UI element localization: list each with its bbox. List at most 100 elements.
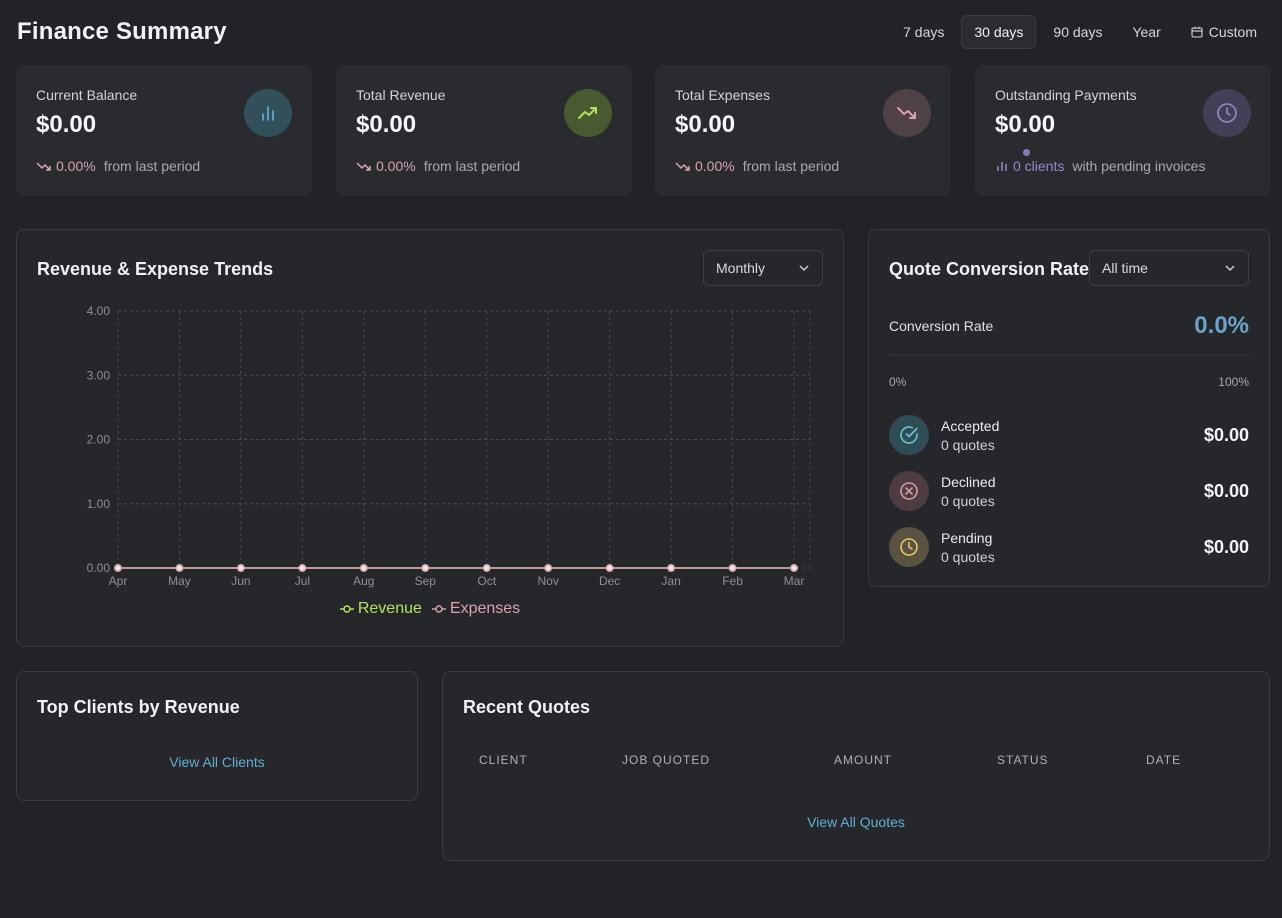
y-tick-label: 0.00 — [87, 561, 111, 575]
range-tab-custom[interactable]: Custom — [1178, 15, 1270, 49]
bar-chart-icon — [244, 89, 292, 137]
stat-label: Total Revenue — [356, 87, 446, 103]
quote-status-name: Declined — [941, 473, 996, 490]
x-tick-label: Mar — [784, 574, 805, 588]
data-point-expenses — [667, 564, 675, 572]
conversion-rate-value: 0.0% — [1194, 312, 1249, 339]
range-tab-7-days[interactable]: 7 days — [890, 15, 957, 49]
y-tick-label: 1.00 — [87, 497, 111, 511]
legend-expenses-marker — [431, 605, 446, 613]
period-select[interactable]: Monthly — [703, 250, 823, 286]
data-point-expenses — [298, 564, 307, 572]
recent-quotes-panel: Recent Quotes CLIENT JOB QUOTED AMOUNT S… — [442, 671, 1270, 861]
view-all-quotes-link[interactable]: View All Quotes — [443, 814, 1269, 830]
conversion-rate-label: Conversion Rate — [889, 318, 994, 334]
progress-min-label: 0% — [889, 375, 907, 389]
stat-card-current-balance: Current Balance $0.00 0.00% from last pe… — [16, 65, 312, 196]
chart-legend: Revenue Expenses — [17, 600, 843, 618]
stat-change: 0.00% from last period — [36, 158, 200, 174]
data-point-expenses — [421, 564, 430, 572]
range-tab-90-days[interactable]: 90 days — [1040, 15, 1115, 49]
quote-status-amount: $0.00 — [1203, 536, 1249, 557]
x-tick-label: Feb — [722, 574, 743, 588]
legend-revenue-label: Revenue — [357, 600, 422, 617]
trending-down-icon — [675, 162, 690, 171]
range-tab-30-days[interactable]: 30 days — [961, 15, 1037, 49]
legend-expenses[interactable]: Expenses — [431, 600, 521, 618]
custom-range-label: Custom — [1208, 24, 1257, 40]
stat-change: 0.00% from last period — [356, 158, 520, 174]
y-tick-label: 2.00 — [87, 433, 111, 447]
time-filter-select[interactable]: All time — [1089, 250, 1249, 286]
change-percent: 0.00% — [695, 158, 735, 174]
conversion-title: Quote Conversion Rate — [889, 259, 1090, 279]
column-header-client[interactable]: CLIENT — [479, 753, 528, 767]
x-tick-label: Aug — [353, 574, 374, 588]
chevron-down-icon — [799, 265, 809, 272]
y-tick-label: 4.00 — [87, 304, 111, 318]
stat-label: Outstanding Payments — [995, 87, 1137, 103]
data-point-expenses — [544, 564, 553, 572]
x-tick-label: Apr — [109, 574, 128, 588]
stat-value: $0.00 — [36, 111, 97, 138]
quote-status-count: 0 quotes — [941, 436, 995, 453]
column-header-amount[interactable]: AMOUNT — [834, 753, 892, 767]
stat-value: $0.00 — [995, 111, 1056, 138]
legend-expenses-label: Expenses — [449, 600, 521, 617]
trending-down-icon — [36, 162, 51, 171]
data-point-expenses — [605, 564, 614, 572]
column-header-status[interactable]: STATUS — [997, 753, 1049, 767]
quote-status-count: 0 quotes — [941, 548, 995, 565]
quote-status-name: Pending — [941, 529, 993, 546]
conversion-panel: Quote Conversion Rate All time Conversio… — [868, 229, 1270, 587]
clock-icon — [889, 527, 929, 567]
chevron-down-icon — [1225, 265, 1235, 272]
change-suffix: from last period — [423, 158, 521, 174]
trending-up-icon — [564, 89, 612, 137]
page-title: Finance Summary — [17, 18, 227, 45]
y-tick-label: 3.00 — [87, 368, 111, 382]
trending-down-icon — [883, 89, 931, 137]
view-all-clients-link[interactable]: View All Clients — [17, 754, 417, 770]
range-tab-year[interactable]: Year — [1119, 15, 1173, 49]
legend-revenue[interactable]: Revenue — [339, 600, 422, 618]
x-tick-label: Nov — [538, 574, 559, 588]
calendar-icon — [1191, 26, 1203, 38]
quote-status-declined: Declined 0 quotes $0.00 — [889, 470, 1249, 512]
column-header-date[interactable]: DATE — [1146, 753, 1181, 767]
period-select-value: Monthly — [716, 260, 766, 276]
stat-card-total-expenses: Total Expenses $0.00 0.00% from last per… — [655, 65, 951, 196]
column-header-job-quoted[interactable]: JOB QUOTED — [622, 753, 710, 767]
x-tick-label: Oct — [477, 574, 496, 588]
change-percent: 0.00% — [376, 158, 416, 174]
change-suffix: from last period — [742, 158, 840, 174]
progress-max-label: 100% — [1218, 375, 1249, 389]
stat-value: $0.00 — [675, 111, 736, 138]
change-suffix: from last period — [103, 158, 201, 174]
change-percent: 0.00% — [56, 158, 96, 174]
recent-quotes-title: Recent Quotes — [463, 697, 591, 717]
top-clients-title: Top Clients by Revenue — [37, 697, 240, 717]
trending-down-icon — [356, 162, 371, 171]
pending-clients-count: 0 clients — [1013, 158, 1065, 174]
data-point-expenses — [237, 564, 245, 572]
check-circle-icon — [889, 415, 929, 455]
stat-label: Total Expenses — [675, 87, 770, 103]
data-point-expenses — [359, 564, 368, 572]
data-point-expenses — [114, 564, 122, 572]
indicator-dot — [1023, 149, 1030, 156]
stat-card-outstanding-payments: Outstanding Payments $0.00 0 clients wit… — [975, 65, 1271, 196]
conversion-progress-bar — [889, 354, 1249, 356]
time-filter-value: All time — [1102, 260, 1148, 276]
x-tick-label: Jul — [295, 574, 310, 588]
x-tick-label: Jan — [661, 574, 680, 588]
stat-label: Current Balance — [36, 87, 138, 103]
quote-status-amount: $0.00 — [1203, 424, 1249, 445]
data-point-expenses — [790, 564, 798, 572]
stat-clients: 0 clients with pending invoices — [995, 158, 1205, 174]
stat-value: $0.00 — [356, 111, 417, 138]
quote-status-count: 0 quotes — [941, 492, 995, 509]
quote-status-name: Accepted — [941, 417, 1000, 434]
legend-revenue-marker — [339, 605, 354, 613]
trends-panel: Revenue & Expense Trends Monthly 0.00 1.0… — [16, 229, 844, 647]
